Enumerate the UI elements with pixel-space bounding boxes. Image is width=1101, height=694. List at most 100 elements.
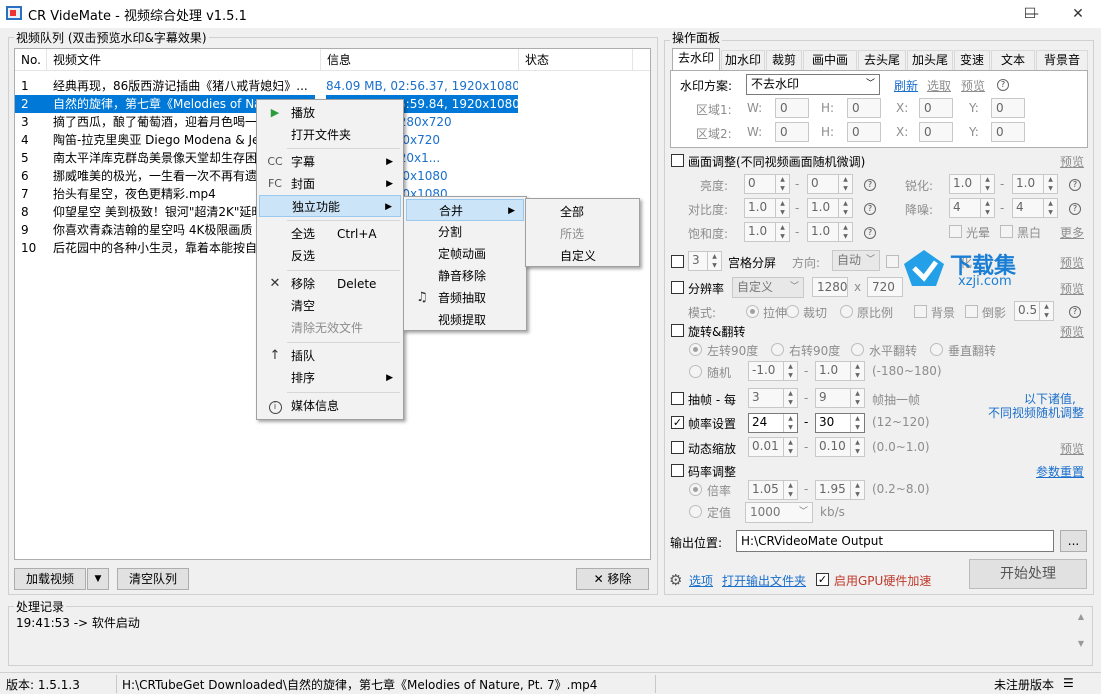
- table-row[interactable]: 1 经典再现，86版西游记插曲《猪八戒背媳妇》... 84.09 MB, 02:56…: [15, 77, 518, 95]
- frame-drop-checkbox[interactable]: [671, 392, 684, 405]
- fps-min-spinner[interactable]: 24 ▲ ▼: [748, 413, 798, 433]
- help-icon[interactable]: ?: [1069, 203, 1081, 215]
- select-link[interactable]: 选取: [927, 77, 951, 94]
- area1-x-input[interactable]: 0: [919, 98, 953, 118]
- menu-item-sort[interactable]: 排序 ▶: [259, 367, 401, 389]
- fps-checkbox[interactable]: ✓: [671, 416, 684, 429]
- hflip-radio[interactable]: [851, 343, 864, 356]
- menu-item-remove[interactable]: ✕ 移除 Delete: [259, 273, 401, 295]
- adjust-checkbox[interactable]: [671, 154, 684, 167]
- fixed-radio[interactable]: [689, 505, 702, 518]
- resolution-width-input[interactable]: 1280: [812, 277, 848, 297]
- zoom-preview-link[interactable]: 预览: [1060, 440, 1084, 457]
- help-icon[interactable]: ?: [864, 203, 876, 215]
- menu-item-select-all[interactable]: 全选 Ctrl+A: [259, 223, 401, 245]
- multiplier-max-spinner[interactable]: 1.95 ▲ ▼: [815, 480, 865, 500]
- menu-item-clear[interactable]: 清空: [259, 295, 401, 317]
- help-icon[interactable]: ?: [864, 227, 876, 239]
- column-header-status[interactable]: 状态: [519, 49, 633, 71]
- multiplier-radio[interactable]: [689, 483, 702, 496]
- menu-item-clear-invalid[interactable]: 清除无效文件: [259, 317, 401, 339]
- grid-preview-link[interactable]: 预览: [1060, 254, 1084, 271]
- menu-item-merge[interactable]: 合并 ▶: [406, 199, 524, 221]
- output-path-input[interactable]: H:\CRVideoMate Output: [736, 530, 1054, 552]
- right90-radio[interactable]: [771, 343, 784, 356]
- preview-link[interactable]: 预览: [961, 77, 985, 94]
- tab-remove-watermark[interactable]: 去水印: [672, 48, 720, 71]
- tab-crop[interactable]: 裁剪: [766, 50, 802, 70]
- denoise-min-spinner[interactable]: 4 ▲ ▼: [949, 198, 995, 218]
- browse-button[interactable]: ...: [1060, 530, 1087, 552]
- menu-icon[interactable]: ☰: [1063, 676, 1074, 690]
- menu-item-standalone[interactable]: 独立功能 ▶: [259, 195, 401, 217]
- tab-add-watermark[interactable]: 加水印: [721, 50, 765, 70]
- menu-item-cover[interactable]: FC 封面 ▶: [259, 173, 401, 195]
- tab-trim-ends[interactable]: 去头尾: [858, 50, 906, 70]
- vflip-radio[interactable]: [930, 343, 943, 356]
- grid-checkbox[interactable]: [671, 255, 684, 268]
- area1-h-input[interactable]: 0: [847, 98, 881, 118]
- start-processing-button[interactable]: 开始处理: [969, 559, 1087, 589]
- sharpen-max-spinner[interactable]: 1.0 ▲ ▼: [1012, 174, 1058, 194]
- rotate-min-spinner[interactable]: -1.0 ▲ ▼: [748, 361, 798, 381]
- crop-radio[interactable]: [786, 305, 799, 318]
- menu-item-freeze[interactable]: 定帧动画: [406, 243, 524, 265]
- grid-option-checkbox[interactable]: [886, 255, 899, 268]
- menu-item-split[interactable]: 分割: [406, 221, 524, 243]
- frame-drop-max-spinner[interactable]: 9 ▲ ▼: [815, 388, 865, 408]
- scheme-select[interactable]: 不去水印 ﹀: [746, 74, 880, 95]
- tab-bgm[interactable]: 背景音: [1036, 50, 1088, 70]
- menu-item-media-info[interactable]: i 媒体信息: [259, 395, 401, 417]
- maximize-button[interactable]: ☐: [1007, 0, 1053, 28]
- help-icon[interactable]: ?: [997, 79, 1009, 91]
- gpu-checkbox[interactable]: ✓: [816, 573, 829, 586]
- more-link[interactable]: 更多: [1060, 224, 1084, 241]
- resolution-select[interactable]: 自定义 ﹀: [732, 277, 804, 298]
- zoom-max-spinner[interactable]: 0.10 ▲ ▼: [815, 437, 865, 457]
- direction-select[interactable]: 自动 ﹀: [832, 250, 880, 271]
- menu-item-merge-custom[interactable]: 自定义: [528, 245, 637, 267]
- reset-params-link[interactable]: 参数重置: [1036, 463, 1084, 480]
- open-output-folder-link[interactable]: 打开输出文件夹: [722, 572, 806, 589]
- grid-spinner[interactable]: 3 ▲ ▼: [688, 251, 722, 271]
- close-button[interactable]: ✕: [1055, 0, 1101, 28]
- menu-item-invert[interactable]: 反选: [259, 245, 401, 267]
- left90-radio[interactable]: [689, 343, 702, 356]
- tab-pip[interactable]: 画中画: [803, 50, 857, 70]
- fixed-bitrate-select[interactable]: 1000 ﹀: [745, 502, 813, 523]
- menu-item-merge-selected[interactable]: 所选: [528, 223, 637, 245]
- remove-button[interactable]: ✕ 移除: [576, 568, 649, 590]
- menu-item-merge-all[interactable]: 全部: [528, 201, 637, 223]
- tab-add-ends[interactable]: 加头尾: [907, 50, 953, 70]
- reflect-spinner[interactable]: 0.5 ▲ ▼: [1014, 301, 1054, 321]
- saturation-max-spinner[interactable]: 1.0 ▲ ▼: [807, 222, 853, 242]
- menu-item-insert[interactable]: ↑ 插队: [259, 345, 401, 367]
- frame-drop-min-spinner[interactable]: 3 ▲ ▼: [748, 388, 798, 408]
- rotate-preview-link[interactable]: 预览: [1060, 323, 1084, 340]
- resolution-height-input[interactable]: 720: [867, 277, 903, 297]
- menu-item-play[interactable]: ▶ 播放: [259, 102, 401, 124]
- rotate-checkbox[interactable]: [671, 324, 684, 337]
- refresh-link[interactable]: 刷新: [894, 77, 918, 94]
- area2-x-input[interactable]: 0: [919, 122, 953, 142]
- gear-icon[interactable]: ⚙: [669, 571, 682, 589]
- menu-item-mute[interactable]: 静音移除: [406, 265, 524, 287]
- area1-w-input[interactable]: 0: [775, 98, 809, 118]
- area2-w-input[interactable]: 0: [775, 122, 809, 142]
- brightness-max-spinner[interactable]: 0 ▲ ▼: [807, 174, 853, 194]
- area1-y-input[interactable]: 0: [991, 98, 1025, 118]
- area2-y-input[interactable]: 0: [991, 122, 1025, 142]
- halo-checkbox[interactable]: [949, 225, 962, 238]
- help-icon[interactable]: ?: [1069, 306, 1081, 318]
- tab-speed[interactable]: 变速: [954, 50, 990, 70]
- load-video-button[interactable]: 加载视频: [14, 568, 86, 590]
- zoom-checkbox[interactable]: [671, 441, 684, 454]
- load-video-dropdown[interactable]: ▼: [87, 568, 109, 590]
- clear-queue-button[interactable]: 清空队列: [117, 568, 189, 590]
- saturation-min-spinner[interactable]: 1.0 ▲ ▼: [744, 222, 790, 242]
- zoom-min-spinner[interactable]: 0.01 ▲ ▼: [748, 437, 798, 457]
- column-header-file[interactable]: 视频文件: [47, 49, 321, 71]
- multiplier-min-spinner[interactable]: 1.05 ▲ ▼: [748, 480, 798, 500]
- sharpen-min-spinner[interactable]: 1.0 ▲ ▼: [949, 174, 995, 194]
- resolution-preview-link[interactable]: 预览: [1060, 280, 1084, 297]
